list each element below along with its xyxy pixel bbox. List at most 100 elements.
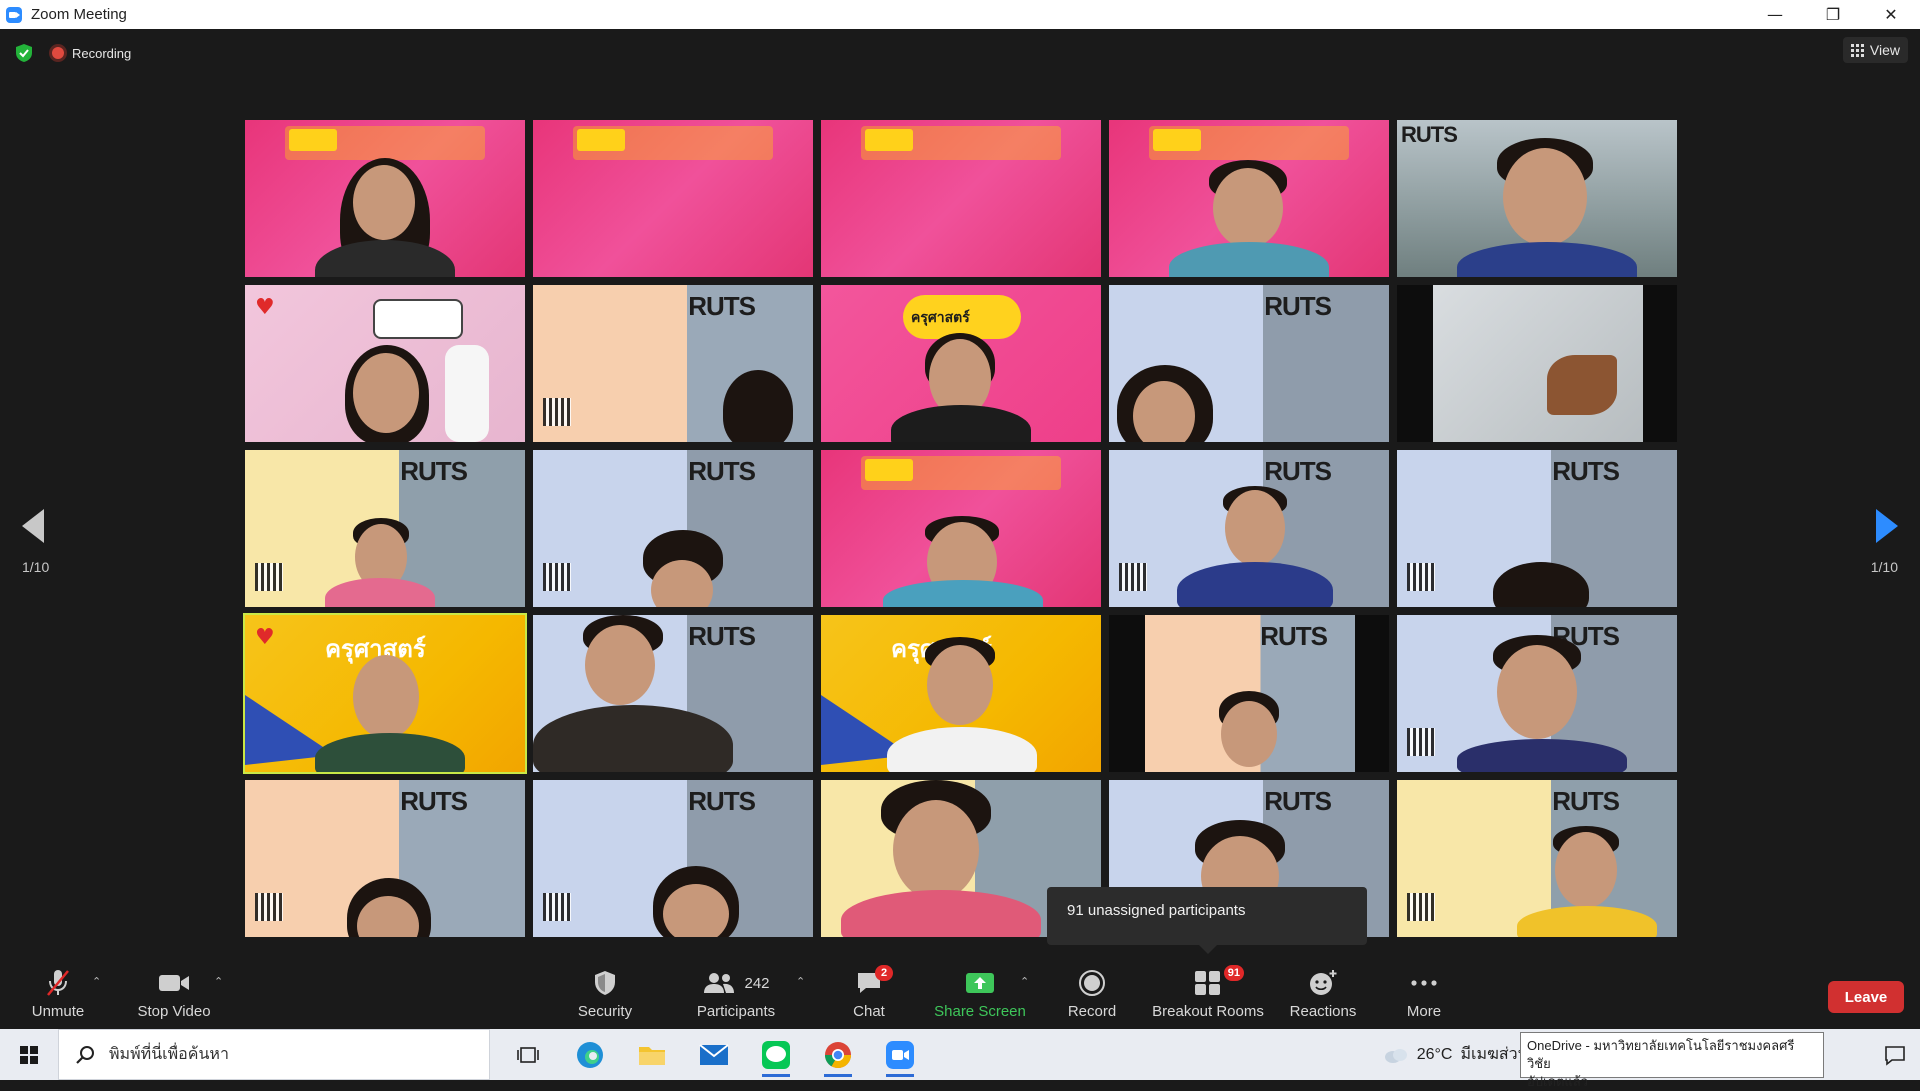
stop-video-label: Stop Video [137, 1003, 211, 1020]
participants-options-caret-icon[interactable]: ⌃ [796, 975, 806, 988]
mail-icon [699, 1043, 729, 1065]
qr-code [1407, 728, 1435, 756]
video-tile[interactable] [1109, 120, 1389, 277]
reactions-button[interactable]: Reactions [1288, 967, 1358, 1025]
video-tile[interactable] [1397, 285, 1677, 442]
qr-code [255, 563, 283, 591]
line-app-button[interactable] [756, 1032, 796, 1078]
video-tile[interactable]: ครุศาสตร์ [821, 615, 1101, 772]
window-controls: — ❐ ✕ [1746, 0, 1920, 29]
breakout-rooms-button[interactable]: 91 Breakout Rooms [1150, 965, 1266, 1025]
video-tile-active-speaker[interactable]: ♥ ครุศาสตร์ [243, 613, 527, 774]
ruts-logo: RUTS [1552, 786, 1620, 816]
video-tile[interactable]: RUTS [1109, 450, 1389, 607]
video-tile[interactable] [821, 120, 1101, 277]
recording-icon[interactable] [52, 47, 64, 59]
ruts-logo: RUTS [400, 456, 468, 486]
video-options-caret-icon[interactable]: ⌃ [214, 975, 224, 988]
edge-icon [577, 1041, 603, 1068]
video-tile[interactable]: RUTS [1397, 615, 1677, 772]
breakout-rooms-label: Breakout Rooms [1152, 1003, 1264, 1020]
smiley-plus-icon [1308, 967, 1338, 999]
ruts-logo: RUTS [688, 291, 756, 321]
ruts-logo: RUTS [1401, 122, 1458, 147]
shield-icon [593, 967, 617, 999]
start-button[interactable] [0, 1029, 58, 1080]
task-view-icon [517, 1046, 539, 1063]
encryption-shield-icon[interactable] [14, 43, 34, 63]
chat-button[interactable]: 2 Chat [848, 965, 893, 1025]
page-indicator-right: 1/10 [1870, 559, 1898, 575]
video-tile[interactable]: ครุศาสตร์ [821, 285, 1101, 442]
reactions-label: Reactions [1289, 1003, 1357, 1020]
task-view-button[interactable] [508, 1032, 548, 1078]
arrow-left-icon [22, 509, 44, 543]
record-label: Record [1067, 1003, 1117, 1020]
video-tile[interactable] [533, 120, 813, 277]
temperature: 26°C [1416, 1045, 1453, 1063]
participants-label: Participants [696, 1003, 776, 1020]
video-tile[interactable]: RUTS [1397, 450, 1677, 607]
video-tile[interactable]: RUTS [1109, 615, 1389, 772]
ruts-logo: RUTS [688, 786, 756, 816]
video-tile[interactable]: RUTS [245, 780, 525, 937]
video-tile[interactable]: RUTS [533, 285, 813, 442]
video-tile[interactable] [821, 450, 1101, 607]
video-tile[interactable]: RUTS [1397, 120, 1677, 277]
recording-label: Recording [72, 45, 132, 61]
view-button[interactable]: View [1842, 37, 1908, 63]
leave-button[interactable]: Leave [1828, 981, 1904, 1013]
record-button[interactable]: Record [1066, 967, 1118, 1025]
share-screen-button[interactable]: Share Screen [934, 967, 1026, 1025]
record-icon [1078, 967, 1106, 999]
video-tile[interactable]: RUTS [533, 615, 813, 772]
grid-view-icon [1850, 43, 1864, 57]
ruts-logo: RUTS [1264, 291, 1332, 321]
stop-video-button[interactable]: Stop Video [136, 967, 212, 1025]
mail-button[interactable] [694, 1032, 734, 1078]
chrome-button[interactable] [818, 1032, 858, 1078]
video-tile[interactable] [245, 120, 525, 277]
video-tile[interactable]: RUTS [1109, 285, 1389, 442]
share-screen-icon [965, 967, 995, 999]
notification-icon[interactable] [1884, 1044, 1906, 1066]
share-options-caret-icon[interactable]: ⌃ [1020, 975, 1030, 988]
qr-code [1407, 893, 1435, 921]
qr-code [543, 893, 571, 921]
more-button[interactable]: More [1400, 967, 1448, 1025]
breakout-rooms-tooltip: 91 unassigned participants [1047, 887, 1367, 954]
chat-badge: 2 [875, 965, 893, 981]
taskbar-search-box[interactable]: พิมพ์ที่นี่เพื่อค้นหา [58, 1029, 490, 1080]
video-tile[interactable]: RUTS [533, 450, 813, 607]
unmute-button[interactable]: Unmute [28, 967, 88, 1025]
window-title-bar: Zoom Meeting — ❐ ✕ [0, 0, 1920, 29]
view-label: View [1869, 42, 1900, 58]
video-tile[interactable]: ♥ [245, 285, 525, 442]
microphone-muted-icon [45, 967, 71, 999]
security-button[interactable]: Security [575, 967, 635, 1025]
minimize-button[interactable]: — [1746, 0, 1804, 29]
ruts-logo: RUTS [1552, 456, 1620, 486]
audio-options-caret-icon[interactable]: ⌃ [92, 975, 102, 988]
video-tile[interactable]: RUTS [245, 450, 525, 607]
zoom-taskbar-button[interactable] [880, 1032, 920, 1078]
share-screen-label: Share Screen [934, 1003, 1026, 1020]
close-button[interactable]: ✕ [1862, 0, 1920, 29]
file-explorer-button[interactable] [632, 1032, 672, 1078]
qr-code [1407, 563, 1435, 591]
ruts-logo: RUTS [1264, 786, 1332, 816]
video-tile[interactable]: RUTS [1397, 780, 1677, 937]
video-tile[interactable]: RUTS [533, 780, 813, 937]
participants-icon [704, 973, 735, 993]
restore-button[interactable]: ❐ [1804, 0, 1862, 29]
onedrive-status: อัปเดตแล้ว [1527, 1074, 1589, 1089]
qr-code [543, 563, 571, 591]
edge-browser-button[interactable] [570, 1032, 610, 1078]
zoom-icon [886, 1040, 914, 1069]
search-icon [76, 1045, 94, 1064]
heart-reaction-icon: ♥ [255, 295, 275, 320]
participants-button[interactable]: 242 Participants [694, 967, 778, 1025]
ruts-logo: RUTS [1260, 621, 1328, 651]
chat-bubble-icon: 2 [855, 965, 893, 999]
qr-code [1119, 563, 1147, 591]
